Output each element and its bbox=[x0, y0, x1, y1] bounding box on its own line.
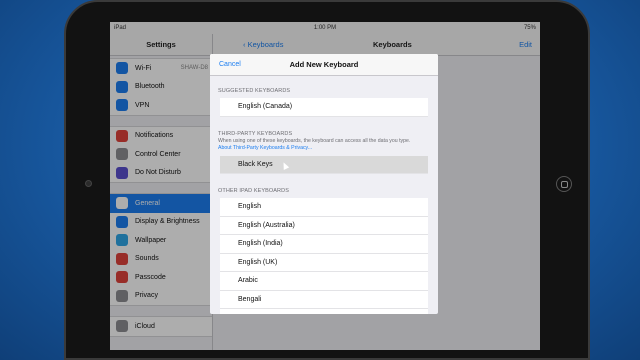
keyboard-option-english-canada-[interactable]: English (Canada) bbox=[220, 98, 428, 117]
keyboard-option-english-india-[interactable]: English (India) bbox=[220, 235, 428, 254]
third-party-note: When using one of these keyboards, the k… bbox=[210, 137, 438, 152]
privacy-link[interactable]: About Third-Party Keyboards & Privacy... bbox=[218, 145, 312, 151]
keyboard-option-bulgarian[interactable]: Bulgarian bbox=[220, 309, 428, 314]
add-new-keyboard-modal: Cancel Add New Keyboard SUGGESTED KEYBOA… bbox=[210, 54, 438, 314]
keyboard-option-english-uk-[interactable]: English (UK) bbox=[220, 253, 428, 272]
modal-title: Add New Keyboard bbox=[289, 60, 359, 69]
third-party-note-text: When using one of these keyboards, the k… bbox=[218, 137, 411, 144]
keyboard-option-arabic[interactable]: Arabic bbox=[220, 272, 428, 291]
cancel-button[interactable]: Cancel bbox=[219, 61, 241, 68]
keyboard-option-english[interactable]: English bbox=[220, 198, 428, 217]
home-square-icon bbox=[560, 180, 568, 188]
camera bbox=[85, 180, 92, 187]
home-button[interactable] bbox=[556, 176, 572, 192]
modal-nav-bar: Cancel Add New Keyboard bbox=[210, 54, 438, 76]
keyboard-option-black-keys[interactable]: Black Keys bbox=[220, 155, 428, 174]
keyboard-option-bengali[interactable]: Bengali bbox=[220, 290, 428, 309]
keyboard-option-english-australia-[interactable]: English (Australia) bbox=[220, 216, 428, 235]
